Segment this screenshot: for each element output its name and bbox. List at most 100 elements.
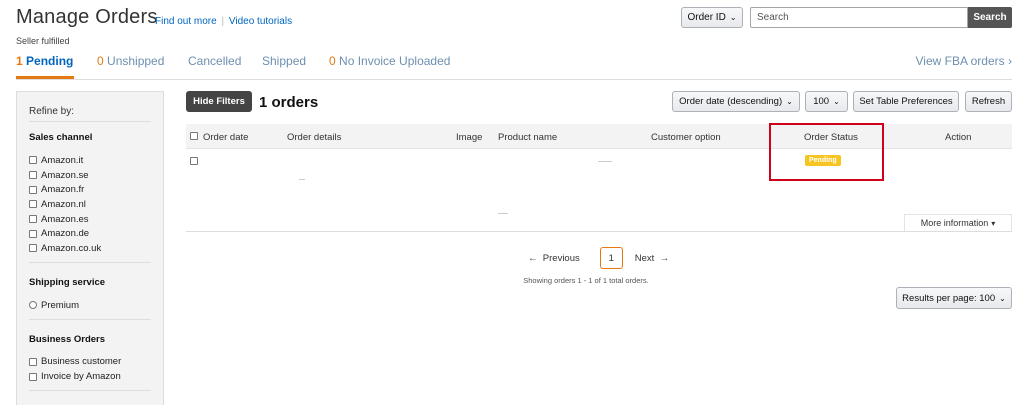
help-links: Find out more | Video tutorials (155, 16, 292, 27)
more-info-label: More information (920, 218, 989, 228)
view-fba-label: View FBA orders (915, 54, 1005, 68)
filter-label: Invoice by Amazon (41, 371, 121, 383)
radio-button[interactable] (29, 301, 37, 310)
filter-label: Amazon.fr (41, 184, 85, 196)
results-per-page-select[interactable]: Results per page: 100 ⌄ (896, 287, 1012, 309)
table-preferences-button[interactable]: Set Table Preferences (853, 91, 959, 112)
redacted-text (299, 179, 305, 180)
chevron-down-icon: ▾ (991, 218, 996, 228)
filter-label: Premium (41, 299, 80, 311)
page-size-select[interactable]: 100 ⌄ (805, 91, 848, 112)
filter-label: Amazon.es (41, 213, 89, 225)
column-customer-option: Customer option (651, 132, 721, 143)
previous-label: Previous (542, 252, 580, 264)
link-separator: | (221, 16, 225, 27)
column-order-date[interactable]: Order date (203, 132, 248, 143)
filter-amazon-se[interactable]: Amazon.se (29, 168, 151, 183)
business-orders-heading: Business Orders (29, 333, 106, 345)
business-orders-section: Business Orders Business customer Invoic… (29, 334, 151, 391)
filter-amazon-de[interactable]: Amazon.de (29, 226, 151, 241)
chevron-down-icon: ⌄ (729, 13, 737, 22)
find-out-more-link[interactable]: Find out more (155, 16, 217, 27)
tab-unshipped[interactable]: 0 Unshipped (97, 54, 164, 68)
filter-label: Amazon.nl (41, 198, 86, 210)
row-checkbox[interactable] (190, 157, 198, 165)
results-per-page-label: Results per page: 100 (902, 292, 996, 304)
search-field-label: Order ID (687, 12, 726, 23)
active-tab-indicator (16, 76, 74, 79)
column-image: Image (456, 132, 483, 143)
filter-invoice-by-amazon[interactable]: Invoice by Amazon (29, 369, 151, 384)
tab-shipped[interactable]: Shipped (262, 54, 306, 68)
column-action: Action (945, 132, 972, 143)
tab-count: 0 (329, 54, 336, 68)
filter-business-customer[interactable]: Business customer (29, 355, 151, 370)
select-all-checkbox[interactable] (190, 132, 198, 140)
order-tabs: 1 Pending 0 Unshipped Cancelled Shipped … (16, 54, 1012, 80)
filter-amazon-es[interactable]: Amazon.es (29, 212, 151, 227)
next-page-button[interactable]: Next → (635, 253, 669, 264)
chevron-down-icon: ⌄ (833, 97, 840, 106)
chevron-right-icon: › (1008, 54, 1012, 68)
shipping-service-heading: Shipping service (29, 276, 106, 288)
checkbox[interactable] (29, 229, 37, 238)
filter-amazon-co-uk[interactable]: Amazon.co.uk (29, 241, 151, 256)
hide-filters-button[interactable]: Hide Filters (186, 91, 252, 112)
checkbox[interactable] (29, 200, 37, 209)
filter-label: Amazon.de (41, 228, 90, 240)
chevron-down-icon: ⌄ (999, 293, 1006, 303)
checkbox[interactable] (29, 185, 37, 194)
sales-channel-heading: Sales channel (29, 132, 93, 143)
current-page[interactable]: 1 (599, 247, 623, 269)
search-button[interactable]: Search (968, 7, 1012, 28)
page-subtitle: Seller fulfilled (16, 36, 70, 46)
search-input[interactable] (750, 7, 968, 28)
tab-no-invoice[interactable]: 0 No Invoice Uploaded (329, 54, 450, 68)
filter-label: Amazon.co.uk (41, 242, 102, 254)
checkbox[interactable] (29, 244, 37, 253)
tab-label: Shipped (262, 54, 307, 68)
refresh-button[interactable]: Refresh (965, 91, 1012, 112)
table-row: Pending More information ▾ (186, 149, 1012, 232)
column-product-name: Product name (498, 132, 558, 143)
tab-cancelled[interactable]: Cancelled (188, 54, 241, 68)
page-title: Manage Orders (16, 6, 158, 28)
tab-label: Cancelled (188, 54, 242, 68)
tab-label: No Invoice Uploaded (339, 54, 451, 68)
checkbox[interactable] (29, 171, 37, 180)
orders-table-header: Order date Order details Image Product n… (186, 124, 1012, 149)
sales-channel-section: Sales channel Amazon.it Amazon.se Amazon… (29, 132, 151, 263)
filter-label: Amazon.it (41, 154, 84, 166)
column-order-details: Order details (287, 132, 342, 143)
search-field-select[interactable]: Order ID ⌄ (681, 7, 743, 28)
filter-label: Business customer (41, 356, 122, 368)
filter-amazon-fr[interactable]: Amazon.fr (29, 182, 151, 197)
showing-orders-text: Showing orders 1 - 1 of 1 total orders. (523, 276, 649, 285)
refine-by-label: Refine by: (29, 92, 151, 122)
filter-premium[interactable]: Premium (29, 298, 151, 313)
next-label: Next (634, 252, 655, 264)
checkbox[interactable] (29, 156, 37, 165)
checkbox[interactable] (29, 372, 37, 381)
video-tutorials-link[interactable]: Video tutorials (229, 16, 292, 27)
page-size-label: 100 (813, 96, 830, 107)
redacted-text (498, 213, 508, 214)
tab-pending[interactable]: 1 Pending (16, 54, 73, 68)
sort-select[interactable]: Order date (descending) ⌄ (672, 91, 800, 112)
more-information-button[interactable]: More information ▾ (904, 214, 1012, 231)
tab-label: Pending (26, 54, 74, 68)
previous-page-button[interactable]: ← Previous (528, 253, 580, 264)
orders-count: 1 orders (259, 94, 319, 111)
tab-count: 0 (97, 54, 104, 68)
pagination: ← Previous 1 Next → (528, 247, 669, 269)
filter-amazon-it[interactable]: Amazon.it (29, 153, 151, 168)
checkbox[interactable] (29, 357, 37, 366)
tab-label: Unshipped (107, 54, 165, 68)
checkbox[interactable] (29, 215, 37, 224)
filter-sidebar: Refine by: Sales channel Amazon.it Amazo… (16, 91, 164, 405)
sort-label: Order date (descending) (679, 96, 783, 107)
filter-amazon-nl[interactable]: Amazon.nl (29, 197, 151, 212)
tab-count: 1 (16, 54, 23, 68)
shipping-service-section: Shipping service Premium (29, 277, 151, 320)
view-fba-orders-link[interactable]: View FBA orders › (916, 54, 1013, 68)
